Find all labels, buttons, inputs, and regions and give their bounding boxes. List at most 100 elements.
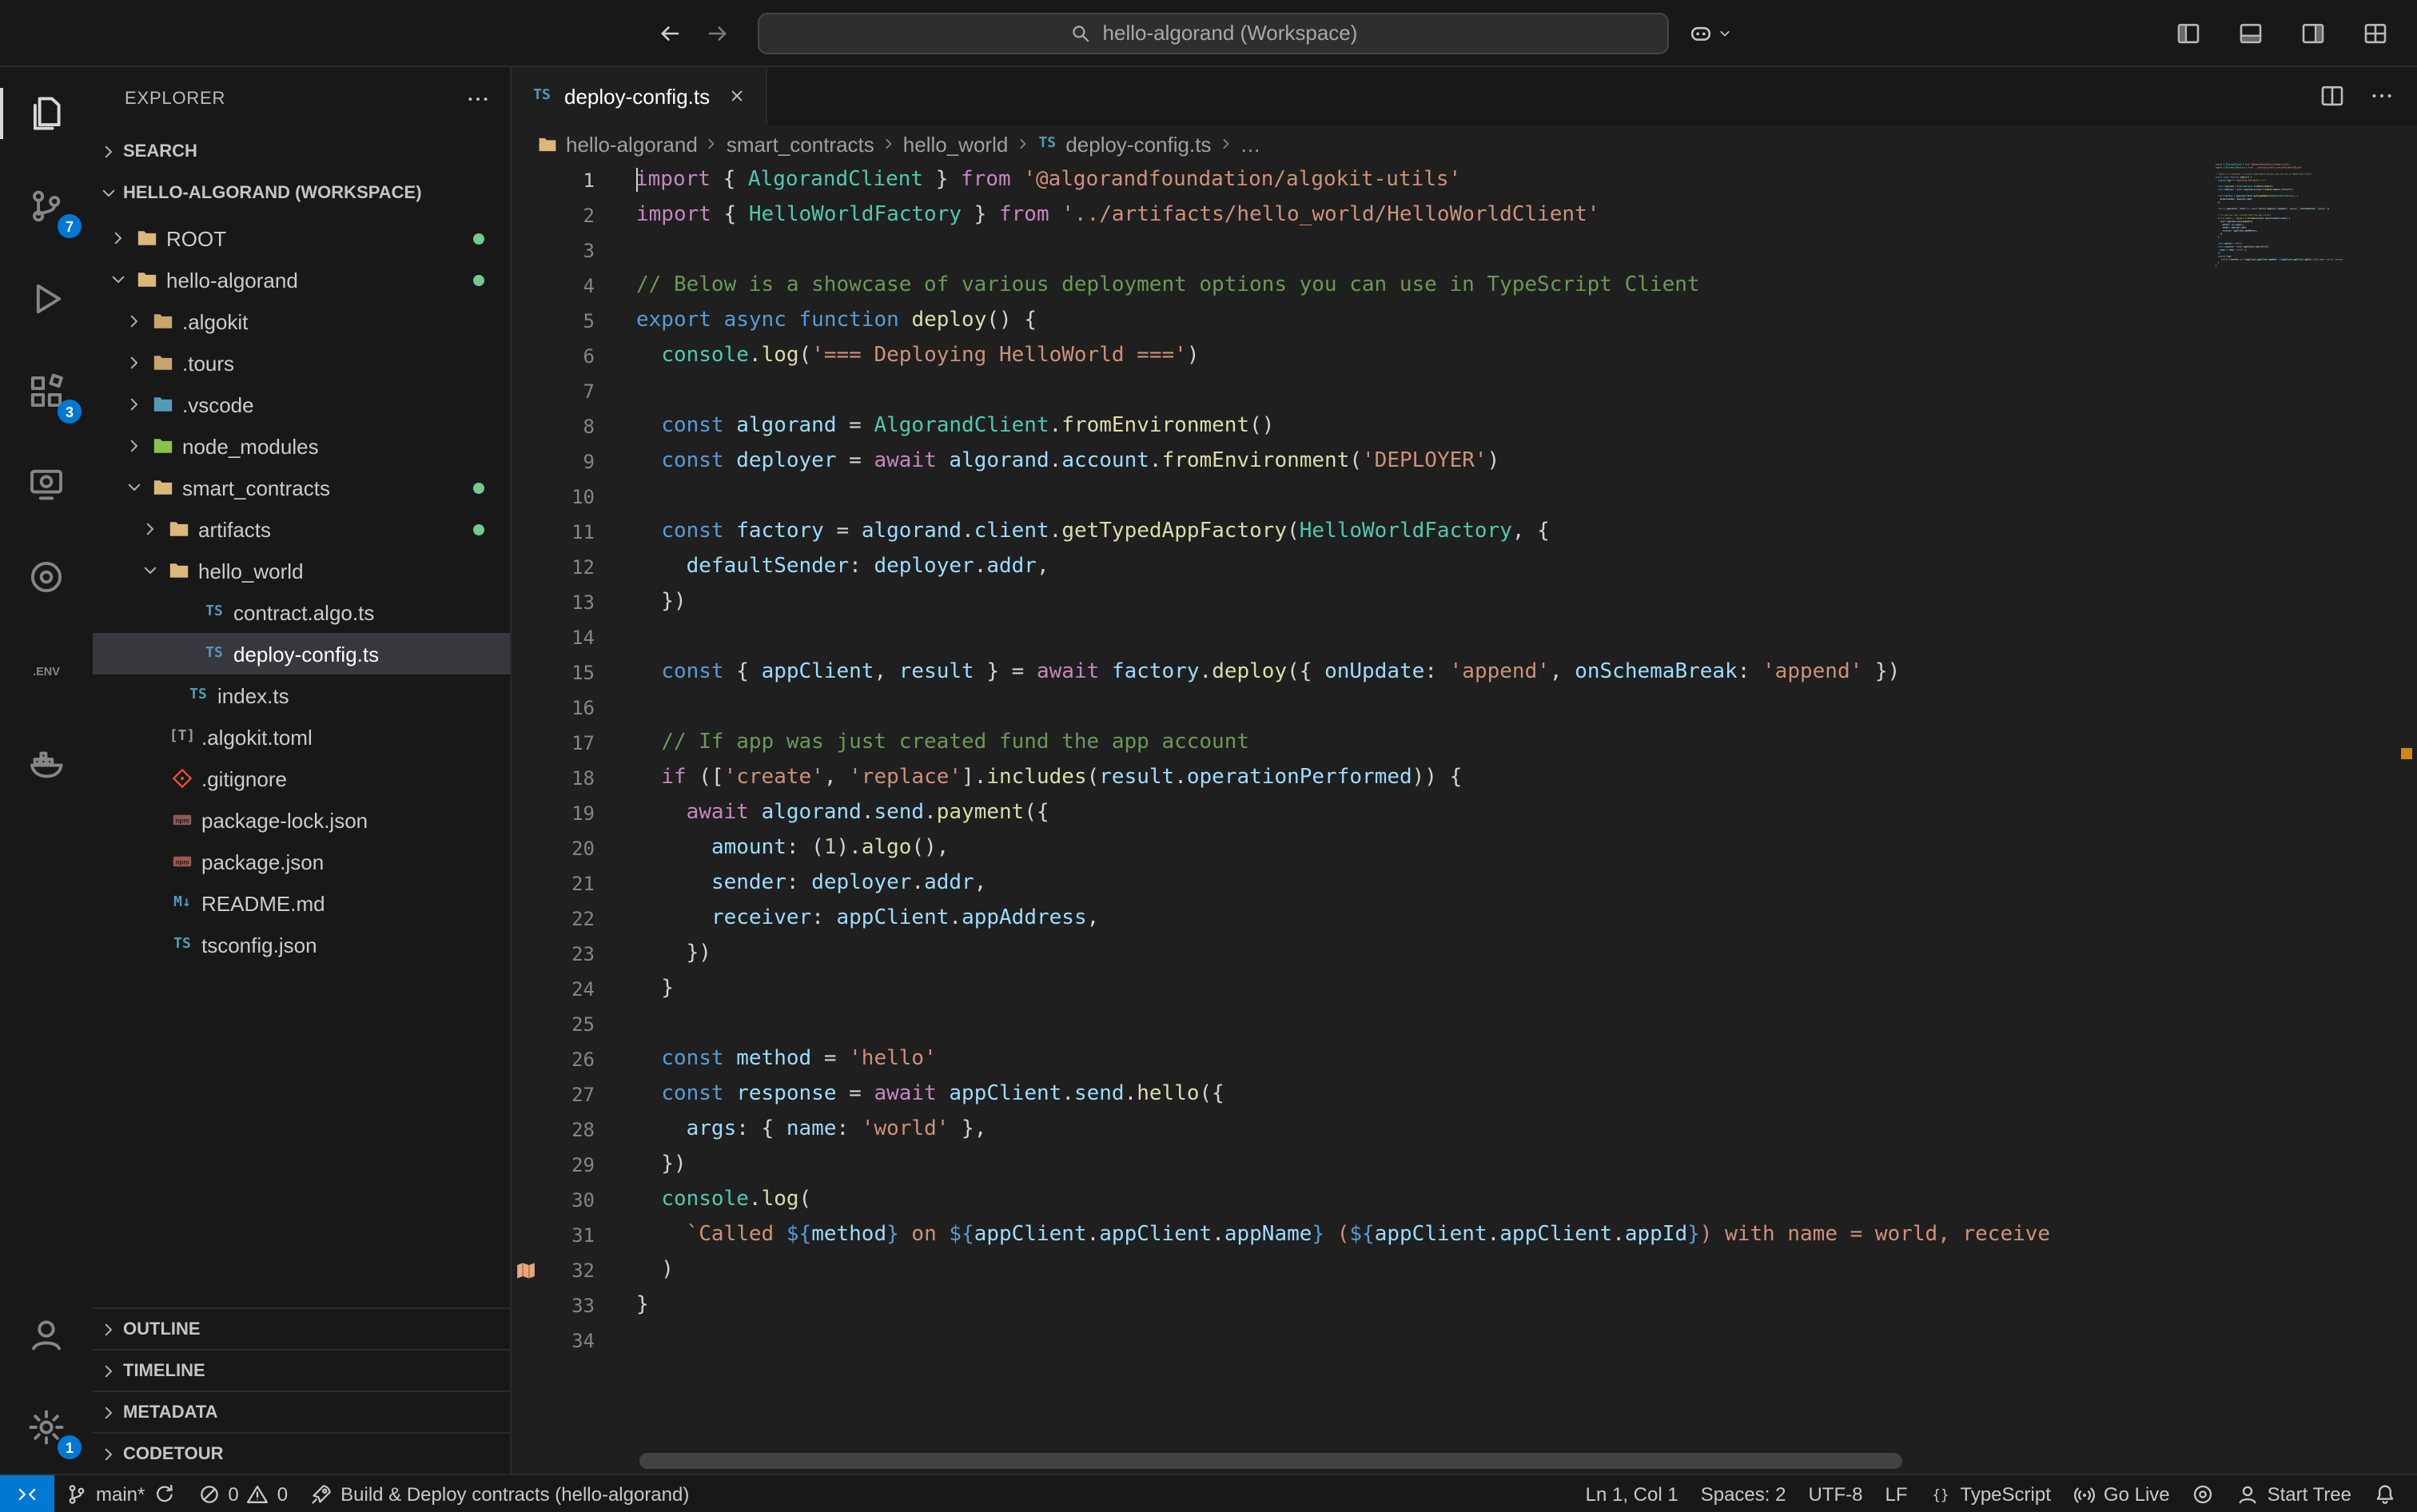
tree-item-hello-algorand[interactable]: hello-algorand [93, 259, 510, 300]
code-editor[interactable]: 1import { AlgorandClient } from '@algora… [512, 163, 2417, 1474]
overview-ruler[interactable] [2395, 163, 2417, 1474]
command-center-search[interactable]: hello-algorand (Workspace) [758, 12, 1669, 54]
status-build-task[interactable]: Build & Deploy contracts (hello-algorand… [299, 1475, 700, 1512]
status-problems[interactable]: 00 [186, 1475, 299, 1512]
section-metadata[interactable]: METADATA [93, 1391, 510, 1432]
breadcrumb-item-[interactable]: … [1240, 132, 1260, 156]
section-outline[interactable]: OUTLINE [93, 1307, 510, 1349]
layout-grid-button[interactable] [2356, 14, 2395, 52]
section-timeline[interactable]: TIMELINE [93, 1349, 510, 1391]
tree-item-smart-contracts[interactable]: smart_contracts [93, 467, 510, 508]
codetour-map-icon[interactable] [515, 1259, 537, 1282]
tree-item-index-ts[interactable]: TSindex.ts [93, 674, 510, 716]
code-line-26[interactable]: 26 const method = 'hello' [512, 1042, 2417, 1077]
code-line-21[interactable]: 21 sender: deployer.addr, [512, 866, 2417, 901]
activity-dotenv[interactable]: .ENV [0, 623, 93, 716]
tab-deploy-config-ts[interactable]: TSdeploy-config.ts [512, 67, 767, 125]
history-forward-button[interactable] [694, 9, 742, 57]
code-line-28[interactable]: 28 args: { name: 'world' }, [512, 1112, 2417, 1148]
code-line-8[interactable]: 8 const algorand = AlgorandClient.fromEn… [512, 409, 2417, 444]
breadcrumb-item-hello-world[interactable]: hello_world [903, 132, 1009, 156]
tree-item-tsconfig-json[interactable]: TStsconfig.json [93, 924, 510, 965]
minimap[interactable]: import { AlgorandClient } from '@algoran… [2216, 163, 2395, 1474]
tree-item-package-json[interactable]: npmpackage.json [93, 841, 510, 882]
code-line-19[interactable]: 19 await algorand.send.payment({ [512, 796, 2417, 831]
status-notifications[interactable] [2363, 1475, 2407, 1512]
code-line-10[interactable]: 10 [512, 479, 2417, 515]
tree-item-gitignore[interactable]: .gitignore [93, 758, 510, 799]
code-line-4[interactable]: 4// Below is a showcase of various deplo… [512, 269, 2417, 304]
activity-accounts[interactable] [0, 1288, 93, 1381]
code-line-13[interactable]: 13 }) [512, 585, 2417, 620]
ellipsis-icon[interactable] [2369, 83, 2395, 109]
code-line-18[interactable]: 18 if (['create', 'replace'].includes(re… [512, 761, 2417, 796]
tree-item-hello-world[interactable]: hello_world [93, 550, 510, 591]
status-gitlens[interactable] [2181, 1475, 2226, 1512]
activity-docker[interactable] [0, 716, 93, 809]
breadcrumb-item-deploy-config-ts[interactable]: TSdeploy-config.ts [1037, 132, 1211, 156]
tree-item-contract-algo-ts[interactable]: TScontract.algo.ts [93, 591, 510, 633]
status-start-tree[interactable]: Start Tree [2226, 1475, 2363, 1512]
code-line-3[interactable]: 3 [512, 233, 2417, 269]
code-line-1[interactable]: 1import { AlgorandClient } from '@algora… [512, 163, 2417, 198]
copilot-menu-button[interactable] [1688, 20, 1733, 46]
code-line-17[interactable]: 17 // If app was just created fund the a… [512, 726, 2417, 761]
code-line-7[interactable]: 7 [512, 374, 2417, 409]
history-back-button[interactable] [646, 9, 694, 57]
activity-remote-explorer[interactable] [0, 438, 93, 531]
code-line-2[interactable]: 2import { HelloWorldFactory } from '../a… [512, 198, 2417, 233]
tree-item-root[interactable]: ROOT [93, 217, 510, 259]
tree-item-algokit-toml[interactable]: [T].algokit.toml [93, 716, 510, 758]
tree-item-deploy-config-ts[interactable]: TSdeploy-config.ts [93, 633, 510, 674]
code-line-11[interactable]: 11 const factory = algorand.client.getTy… [512, 515, 2417, 550]
activity-settings[interactable]: 1 [0, 1381, 93, 1474]
status-cursor-position[interactable]: Ln 1, Col 1 [1575, 1475, 1690, 1512]
code-line-20[interactable]: 20 amount: (1).algo(), [512, 831, 2417, 866]
code-line-24[interactable]: 24 } [512, 972, 2417, 1007]
tree-item-algokit[interactable]: .algokit [93, 300, 510, 342]
code-line-32[interactable]: 32 ) [512, 1253, 2417, 1288]
tree-item-tours[interactable]: .tours [93, 342, 510, 384]
code-line-9[interactable]: 9 const deployer = await algorand.accoun… [512, 444, 2417, 479]
status-remote[interactable] [0, 1475, 54, 1512]
layout-sidebar-left-button[interactable] [2169, 14, 2208, 52]
section-workspace[interactable]: HELLO-ALGORAND (WORKSPACE) [93, 173, 510, 214]
tree-item-node-modules[interactable]: node_modules [93, 425, 510, 467]
horizontal-scrollbar[interactable] [639, 1453, 1902, 1469]
status-encoding[interactable]: UTF-8 [1797, 1475, 1873, 1512]
status-eol[interactable]: LF [1873, 1475, 1918, 1512]
code-line-29[interactable]: 29 }) [512, 1148, 2417, 1183]
more-actions-icon[interactable] [465, 86, 491, 112]
code-line-16[interactable]: 16 [512, 690, 2417, 726]
status-branch[interactable]: main* [54, 1475, 186, 1512]
activity-extensions[interactable]: 3 [0, 345, 93, 438]
close-icon[interactable] [727, 86, 747, 105]
tree-item-package-lock-json[interactable]: npmpackage-lock.json [93, 799, 510, 841]
code-line-25[interactable]: 25 [512, 1007, 2417, 1042]
code-line-6[interactable]: 6 console.log('=== Deploying HelloWorld … [512, 339, 2417, 374]
code-line-30[interactable]: 30 console.log( [512, 1183, 2417, 1218]
tree-item-artifacts[interactable]: artifacts [93, 508, 510, 550]
breadcrumb-item-smart-contracts[interactable]: smart_contracts [727, 132, 874, 156]
code-line-27[interactable]: 27 const response = await appClient.send… [512, 1077, 2417, 1112]
code-line-31[interactable]: 31 `Called ${method} on ${appClient.appC… [512, 1218, 2417, 1253]
status-go-live[interactable]: Go Live [2062, 1475, 2181, 1512]
code-line-23[interactable]: 23 }) [512, 937, 2417, 972]
tree-item-vscode[interactable]: .vscode [93, 384, 510, 425]
split-editor-icon[interactable] [2319, 83, 2345, 109]
layout-panel-button[interactable] [2232, 14, 2270, 52]
code-line-12[interactable]: 12 defaultSender: deployer.addr, [512, 550, 2417, 585]
tree-item-readme-md[interactable]: M↓README.md [93, 882, 510, 924]
code-line-33[interactable]: 33} [512, 1288, 2417, 1323]
activity-gitlens[interactable] [0, 531, 93, 623]
code-line-22[interactable]: 22 receiver: appClient.appAddress, [512, 901, 2417, 937]
activity-run-debug[interactable] [0, 253, 93, 345]
status-indentation[interactable]: Spaces: 2 [1690, 1475, 1798, 1512]
code-line-15[interactable]: 15 const { appClient, result } = await f… [512, 655, 2417, 690]
section-codetour[interactable]: CODETOUR [93, 1432, 510, 1474]
activity-source-control[interactable]: 7 [0, 160, 93, 253]
section-search[interactable]: SEARCH [93, 131, 510, 173]
status-language[interactable]: {}TypeScript [1919, 1475, 2062, 1512]
code-line-14[interactable]: 14 [512, 620, 2417, 655]
activity-explorer[interactable] [0, 67, 93, 160]
